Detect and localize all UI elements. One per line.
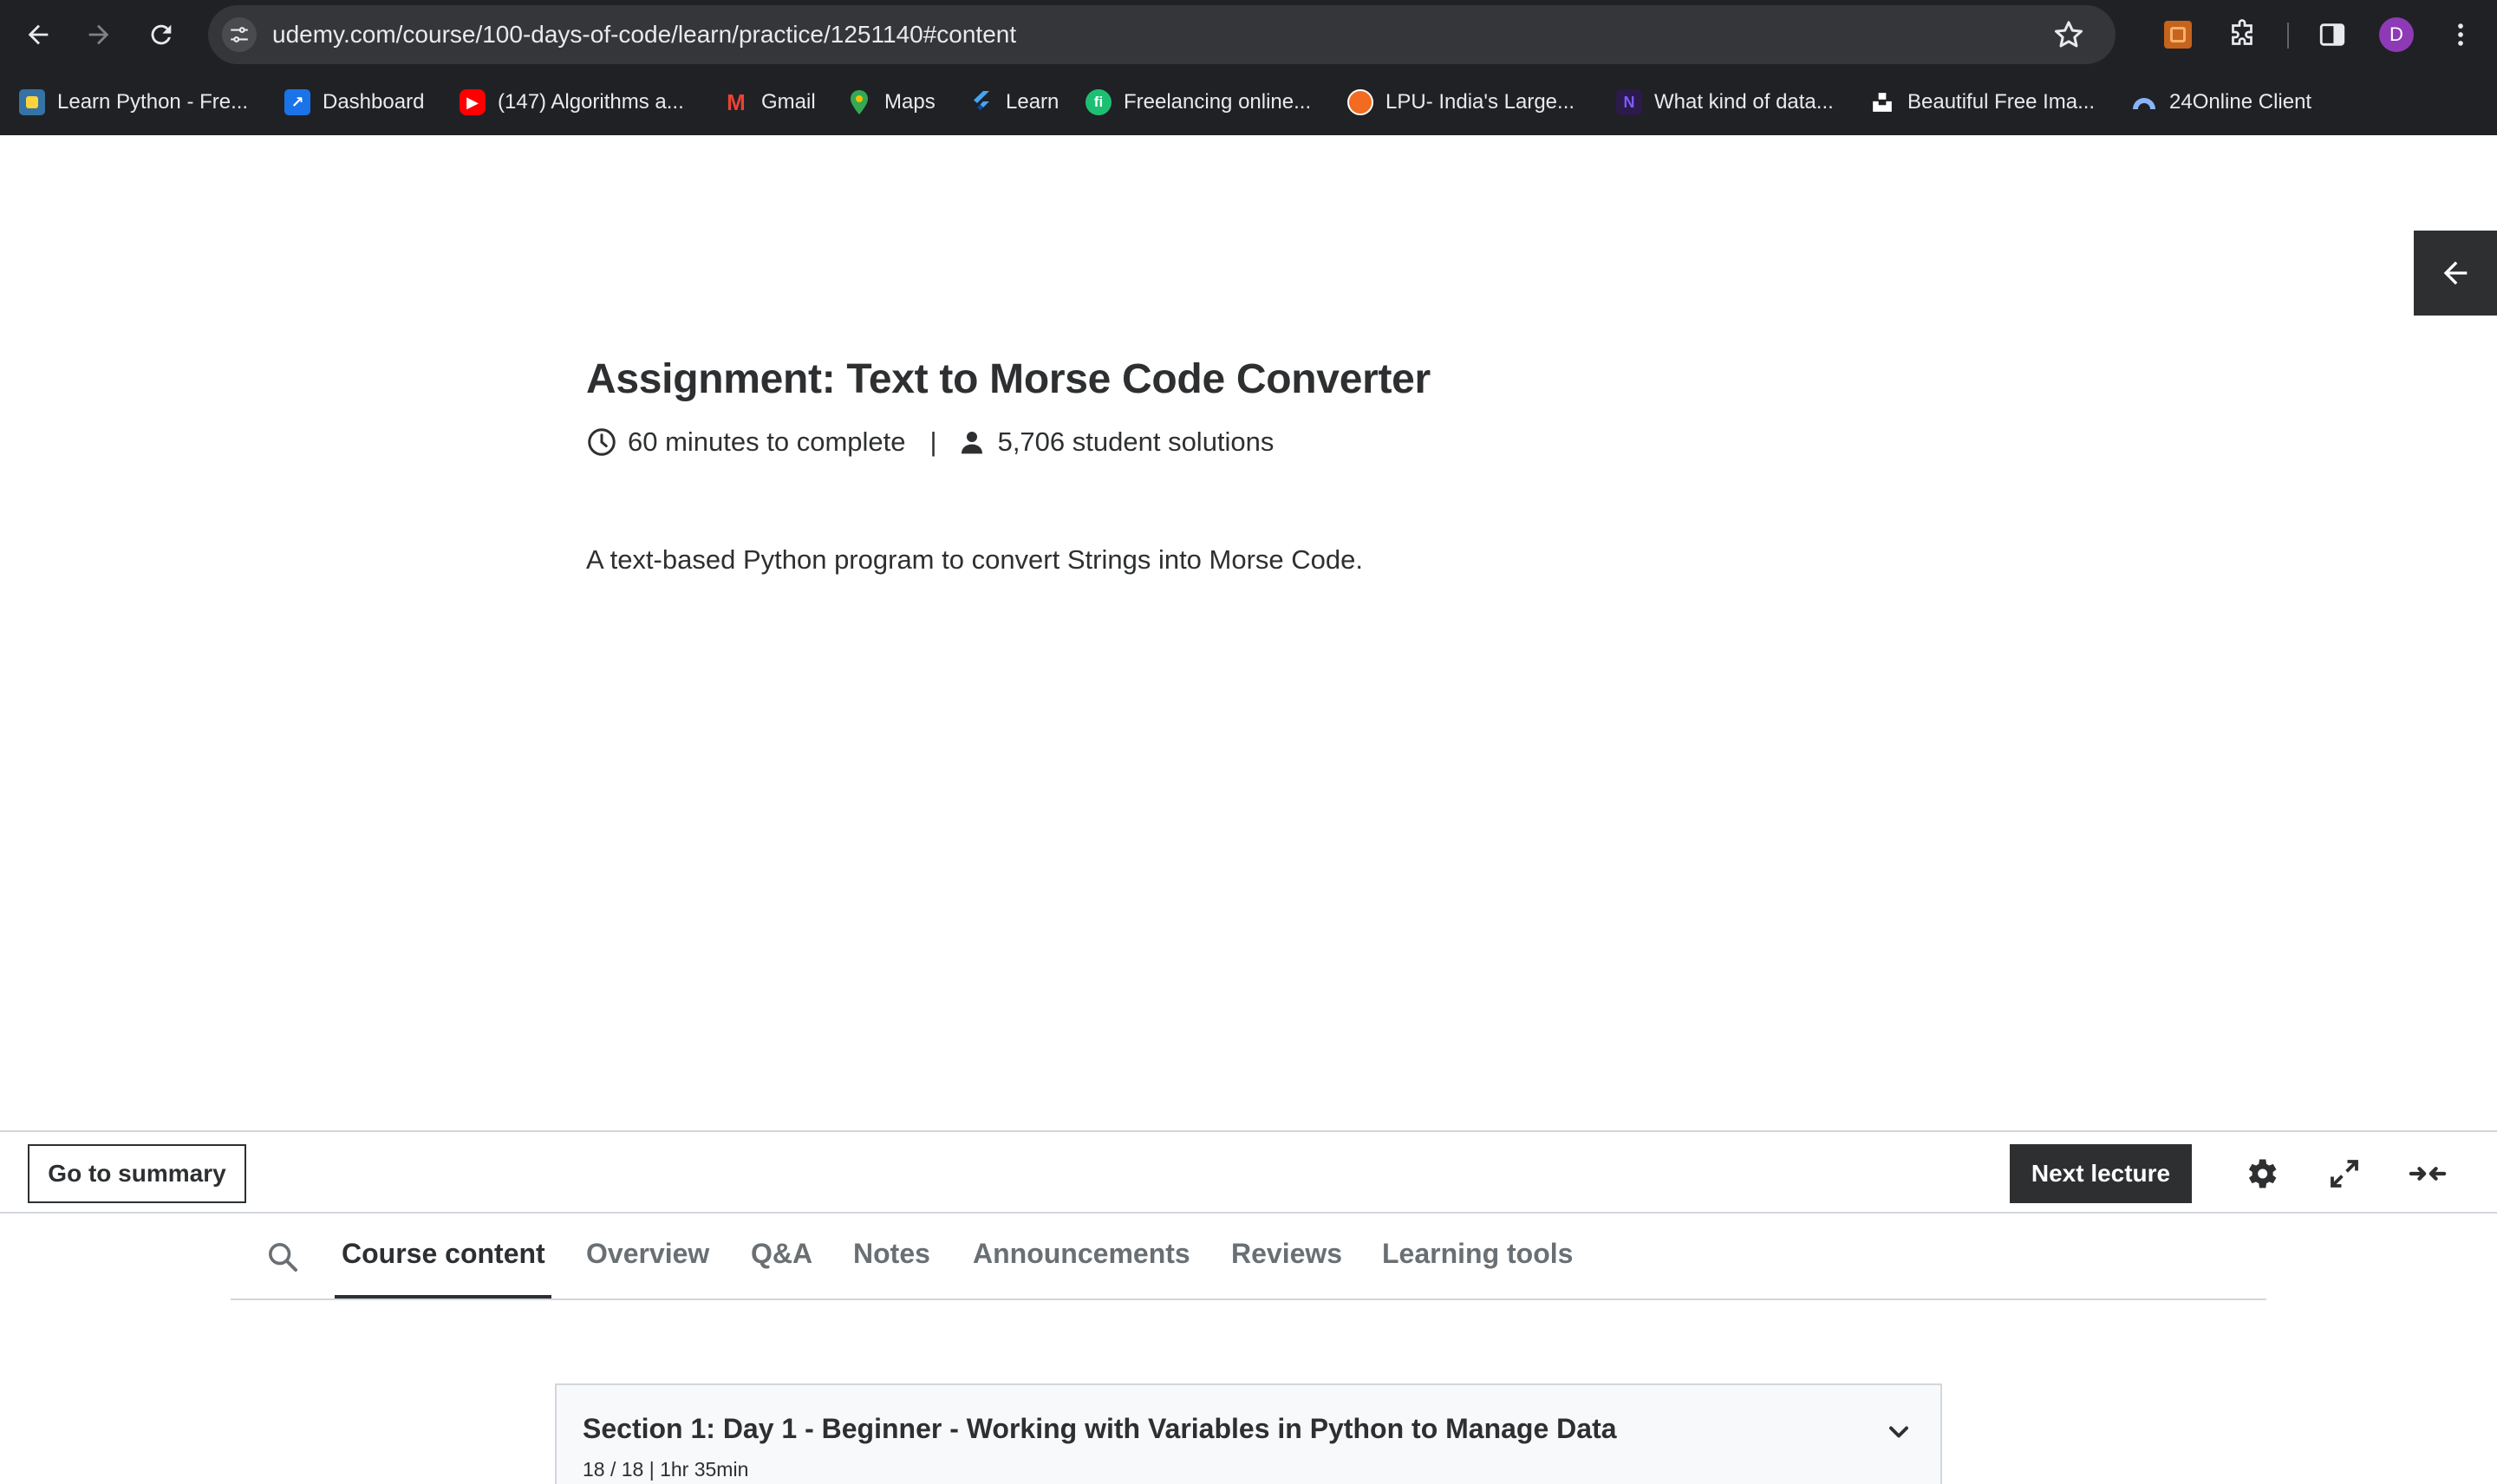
youtube-icon: ▶ — [460, 89, 486, 115]
bookmark-star-icon[interactable] — [2051, 17, 2086, 52]
toolbar-divider — [2287, 23, 2289, 49]
tab-course-content[interactable]: Course content — [342, 1238, 545, 1270]
reload-icon — [151, 24, 172, 45]
solutions-count: 5,706 student solutions — [997, 426, 1275, 457]
bookmark-learn-python[interactable]: Learn Python - Fre... — [19, 83, 248, 121]
go-to-summary-button[interactable]: Go to summary — [28, 1144, 246, 1203]
duration-text: 60 minutes to complete — [628, 426, 906, 457]
lpu-icon — [1347, 89, 1373, 115]
clock-icon — [586, 426, 617, 458]
bookmark-beautiful-free-images[interactable]: Beautiful Free Ima... — [1869, 83, 2095, 121]
flutter-icon — [968, 89, 994, 115]
dashboard-icon: ↗ — [284, 89, 310, 115]
collapse-panel-icon[interactable] — [2405, 1151, 2450, 1196]
bookmark-dashboard[interactable]: ↗ Dashboard — [284, 83, 424, 121]
tab-reviews[interactable]: Reviews — [1231, 1238, 1342, 1270]
kebab-menu-icon[interactable] — [2442, 16, 2480, 54]
fullscreen-icon[interactable] — [2322, 1151, 2367, 1196]
unsplash-icon — [1869, 89, 1895, 115]
arrow-left-icon — [28, 24, 49, 45]
bookmark-label: (147) Algorithms a... — [498, 90, 684, 114]
data-icon: N — [1616, 89, 1642, 115]
bookmark-label: Maps — [884, 90, 936, 114]
tab-learning-tools[interactable]: Learning tools — [1382, 1238, 1573, 1270]
browser-toolbar: udemy.com/course/100-days-of-code/learn/… — [0, 0, 2497, 69]
bookmark-24online-client[interactable]: 24Online Client — [2131, 83, 2311, 121]
bookmark-label: Beautiful Free Ima... — [1907, 90, 2096, 114]
browser-chrome: udemy.com/course/100-days-of-code/learn/… — [0, 0, 2497, 135]
search-icon[interactable] — [265, 1240, 300, 1274]
tab-notes[interactable]: Notes — [853, 1238, 930, 1270]
forward-button[interactable] — [78, 14, 120, 55]
expand-sidebar-button[interactable] — [2414, 231, 2497, 316]
maps-icon — [846, 89, 872, 115]
lecture-control-bar: Go to summary Next lecture — [0, 1130, 2497, 1214]
reload-button[interactable] — [140, 14, 182, 55]
bookmark-label: Learn — [1006, 90, 1059, 114]
bookmarks-bar: Learn Python - Fre... ↗ Dashboard ▶ (147… — [0, 83, 2497, 121]
bookmark-label: Freelancing online... — [1124, 90, 1312, 114]
next-lecture-button[interactable]: Next lecture — [2010, 1144, 2192, 1203]
bookmark-what-kind-of-data[interactable]: N What kind of data... — [1616, 83, 1834, 121]
assignment-title: Assignment: Text to Morse Code Converter — [586, 356, 1431, 402]
bookmark-label: What kind of data... — [1654, 90, 1834, 114]
bookmark-label: Dashboard — [323, 90, 425, 114]
fiverr-icon: fi — [1086, 89, 1112, 115]
tab-announcements[interactable]: Announcements — [973, 1238, 1190, 1270]
arrow-right-icon — [88, 24, 109, 45]
arrow-left-icon — [2443, 261, 2468, 285]
profile-avatar[interactable]: D — [2379, 17, 2414, 52]
bookmark-label: Learn Python - Fre... — [57, 90, 249, 114]
bookmark-gmail[interactable]: M Gmail — [723, 83, 816, 121]
meta-separator: | — [929, 426, 937, 457]
bookmark-maps[interactable]: Maps — [846, 83, 936, 121]
bookmark-lpu[interactable]: LPU- India's Large... — [1347, 83, 1574, 121]
tab-overview[interactable]: Overview — [586, 1238, 709, 1270]
bookmark-algorithms[interactable]: ▶ (147) Algorithms a... — [460, 83, 684, 121]
cloud-icon — [2131, 89, 2157, 115]
address-bar[interactable]: udemy.com/course/100-days-of-code/learn/… — [208, 5, 2116, 64]
user-icon — [956, 426, 988, 458]
tab-qa[interactable]: Q&A — [751, 1238, 812, 1270]
bookmark-label: Gmail — [761, 90, 816, 114]
assignment-meta: 60 minutes to complete | 5,706 student s… — [586, 423, 1274, 461]
back-button[interactable] — [17, 14, 59, 55]
python-icon — [19, 89, 45, 115]
assignment-description: A text-based Python program to convert S… — [586, 544, 1364, 575]
section-progress: 18 / 18 | 1hr 35min — [583, 1458, 749, 1481]
side-panel-icon[interactable] — [2313, 16, 2351, 54]
active-tab-indicator — [335, 1295, 551, 1298]
chevron-down-icon — [1889, 1426, 1908, 1438]
extension-icon[interactable] — [2159, 16, 2197, 54]
site-info-icon[interactable] — [222, 17, 257, 52]
bookmark-learn[interactable]: Learn — [968, 83, 1059, 121]
bookmark-label: LPU- India's Large... — [1385, 90, 1575, 114]
url-text[interactable]: udemy.com/course/100-days-of-code/learn/… — [272, 21, 1016, 49]
course-tabs: Course content Overview Q&A Notes Announ… — [231, 1214, 2266, 1300]
settings-gear-icon[interactable] — [2239, 1151, 2284, 1196]
gmail-icon: M — [727, 88, 746, 115]
section-accordion-header[interactable]: Section 1: Day 1 - Beginner - Working wi… — [555, 1383, 1942, 1484]
bookmark-freelancing[interactable]: fi Freelancing online... — [1086, 83, 1311, 121]
bookmark-label: 24Online Client — [2169, 90, 2312, 114]
extensions-puzzle-icon[interactable] — [2223, 16, 2261, 54]
section-title: Section 1: Day 1 - Beginner - Working wi… — [583, 1413, 1617, 1444]
